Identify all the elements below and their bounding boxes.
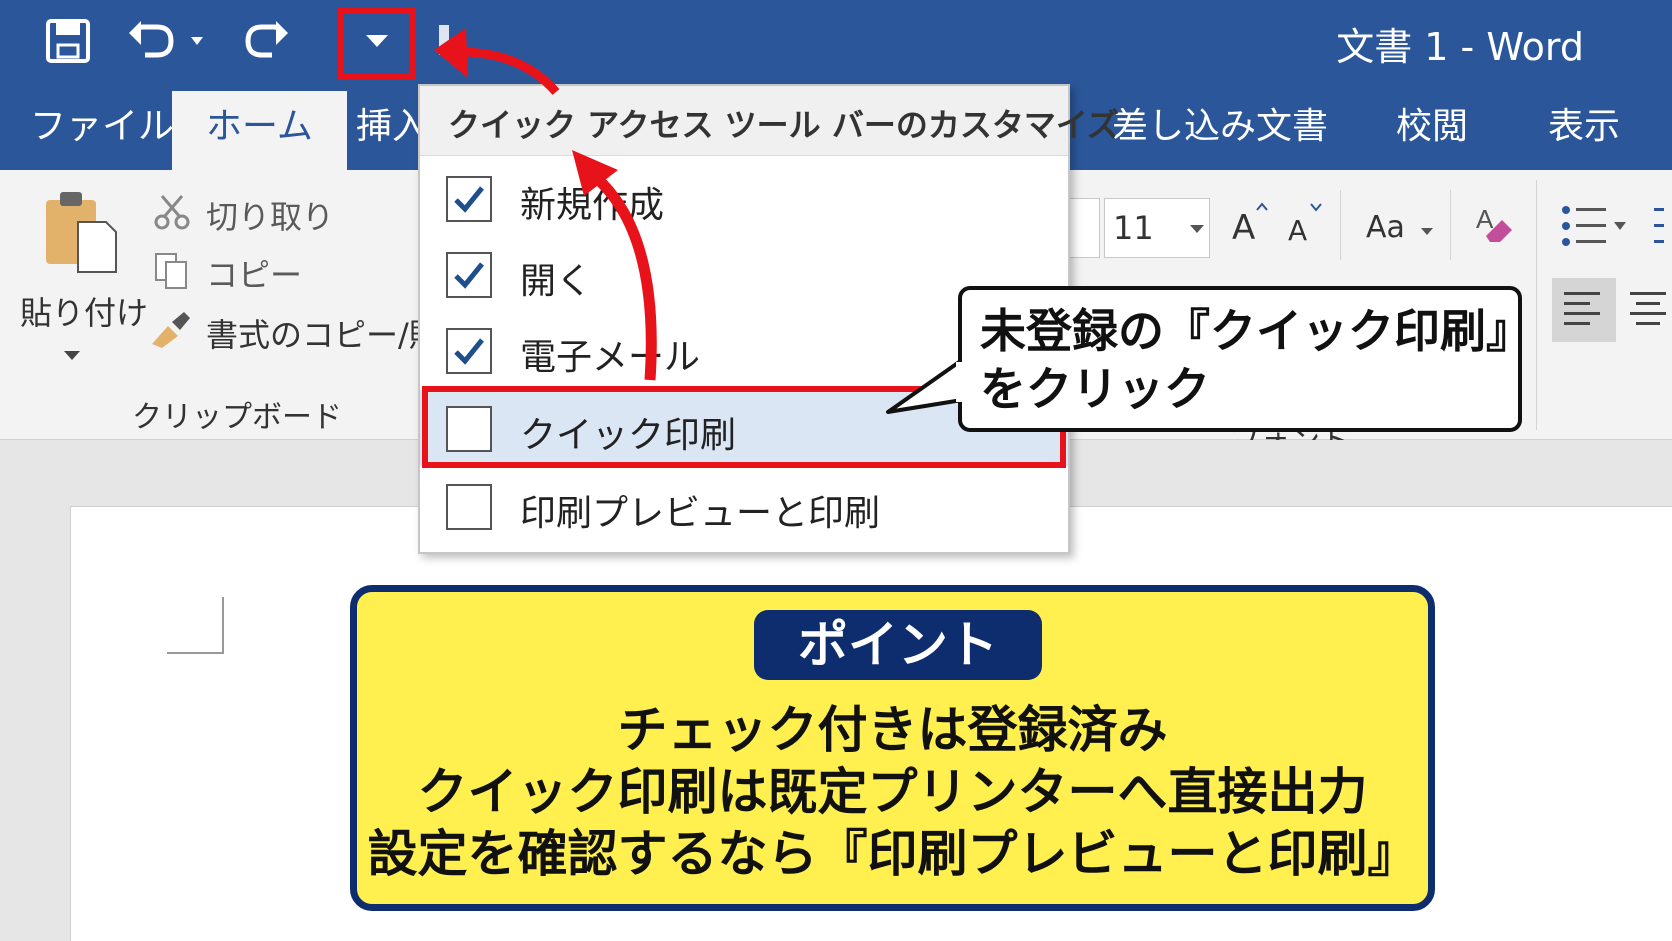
title-bar: 文書 1 - Word <box>0 0 1672 85</box>
cut-button[interactable]: 切り取り <box>206 192 334 238</box>
redo-button[interactable] <box>236 10 296 72</box>
copy-button[interactable]: コピー <box>206 250 302 296</box>
group-separator <box>1340 190 1341 260</box>
callout-text: 未登録の『クイック印刷』 をクリック <box>980 302 1532 418</box>
save-button[interactable] <box>38 10 98 72</box>
menu-item-label: 電子メール <box>520 337 701 378</box>
menu-title: クイック アクセス ツール バーのカスタマイズ <box>448 106 1119 144</box>
menu-item-new[interactable]: 新規作成 <box>420 160 1068 236</box>
check-icon <box>454 262 484 289</box>
tab-home[interactable]: ホーム <box>172 91 347 170</box>
chevron-down-icon <box>64 351 80 360</box>
checkbox-checked[interactable] <box>446 252 492 298</box>
touch-mode-icon <box>430 10 480 72</box>
paste-label: 貼り付け <box>20 294 149 332</box>
menu-item-label: 印刷プレビューと印刷 <box>520 493 881 534</box>
undo-button[interactable] <box>126 10 212 72</box>
menu-header: クイック アクセス ツール バーのカスタマイズ <box>420 86 1119 156</box>
grow-font-label: A <box>1232 208 1256 248</box>
change-case-button[interactable]: Aa <box>1362 200 1438 256</box>
point-badge: ポイント <box>754 610 1042 680</box>
caret-up-icon <box>1256 202 1268 211</box>
numbering-icon[interactable] <box>1652 204 1666 248</box>
scissors-icon <box>154 195 190 230</box>
menu-item-label: 新規作成 <box>520 185 665 226</box>
tab-file[interactable]: ファイル <box>30 97 174 170</box>
menu-item-label: 開く <box>520 261 593 302</box>
svg-text:A: A <box>1476 204 1494 234</box>
undo-icon <box>129 21 203 58</box>
qat-button-highlight <box>338 8 416 80</box>
window-title: 文書 1 - Word <box>1336 25 1584 69</box>
tab-mailings[interactable]: 差し込み文書 <box>1112 97 1328 170</box>
callout-bubble: 未登録の『クイック印刷』 をクリック <box>958 286 1532 432</box>
align-left-button[interactable] <box>1552 278 1616 342</box>
checkbox-unchecked[interactable] <box>446 484 492 530</box>
callout-pointer-mask <box>956 362 970 402</box>
check-icon <box>454 338 484 365</box>
tab-review[interactable]: 校閲 <box>1396 97 1468 170</box>
redo-icon <box>245 21 288 58</box>
chevron-down-icon <box>1421 228 1433 235</box>
font-name-combo-edge[interactable] <box>1070 198 1100 258</box>
group-separator <box>1450 190 1451 260</box>
callout-line: をクリック <box>980 362 1210 416</box>
checkbox-checked[interactable] <box>446 328 492 374</box>
font-size-value: 11 <box>1113 209 1154 247</box>
align-center-icon[interactable] <box>1628 292 1668 328</box>
check-icon <box>454 186 484 213</box>
margin-corner-mark <box>167 597 224 654</box>
clear-formatting-icon[interactable]: A <box>1472 200 1518 246</box>
checkbox-checked[interactable] <box>446 176 492 222</box>
save-icon <box>46 19 90 63</box>
change-case-label: Aa <box>1366 210 1405 245</box>
bullets-icon[interactable] <box>1560 204 1632 248</box>
tab-view[interactable]: 表示 <box>1548 97 1620 170</box>
paste-button[interactable]: 貼り付け <box>18 188 148 368</box>
clipboard-icon <box>46 192 117 273</box>
clipboard-group-label: クリップボード <box>132 400 342 435</box>
chevron-down-icon <box>1190 225 1204 233</box>
callout-line: 未登録の『クイック印刷』 <box>980 304 1532 358</box>
align-left-icon <box>1564 292 1600 325</box>
font-size-combo[interactable]: 11 <box>1104 198 1210 258</box>
caret-down-icon <box>1310 203 1322 212</box>
format-painter-icon <box>152 312 190 348</box>
group-separator <box>1536 180 1537 430</box>
point-line: 設定を確認するなら『印刷プレビューと印刷』 <box>367 825 1418 883</box>
grow-font-button[interactable]: A <box>1228 200 1272 256</box>
shrink-font-button[interactable]: A <box>1284 200 1328 256</box>
point-box: ポイント チェック付きは登録済み クイック印刷は既定プリンターへ直接出力 設定を… <box>350 585 1435 911</box>
menu-item-print-preview[interactable]: 印刷プレビューと印刷 <box>420 468 1068 544</box>
copy-icon <box>155 253 187 289</box>
shrink-font-label: A <box>1288 214 1308 247</box>
